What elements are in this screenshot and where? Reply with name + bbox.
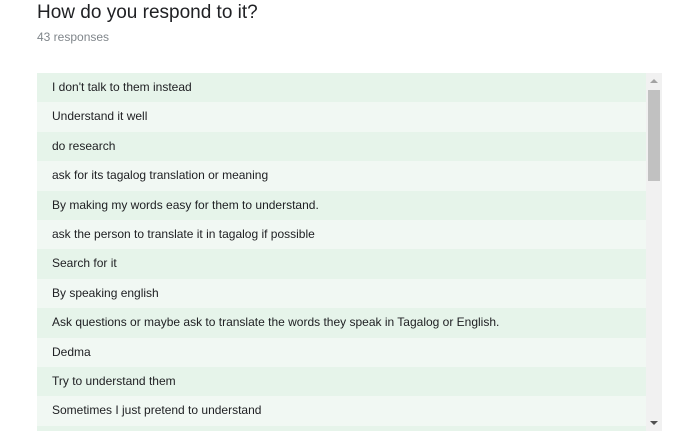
response-item: Sometimes I just pretend to understand xyxy=(37,396,646,426)
response-item xyxy=(37,425,646,431)
arrow-down-icon[interactable] xyxy=(646,415,662,431)
arrow-up-icon[interactable] xyxy=(646,73,662,89)
response-item: ask the person to translate it in tagalo… xyxy=(37,219,646,250)
response-item: Understand it well xyxy=(37,102,646,132)
response-count: 43 responses xyxy=(37,30,110,44)
response-item: do research xyxy=(37,131,646,162)
responses-list: I don't talk to them instead Understand … xyxy=(37,73,646,431)
response-item: Dedma xyxy=(37,337,646,367)
response-item: Try to understand them xyxy=(37,366,646,397)
responses-list-container[interactable]: I don't talk to them instead Understand … xyxy=(37,73,662,431)
response-item: ask for its tagalog translation or meani… xyxy=(37,161,646,191)
form-response-summary: How do you respond to it? 43 responses I… xyxy=(0,0,692,436)
vertical-scrollbar[interactable] xyxy=(646,73,662,431)
scrollbar-thumb[interactable] xyxy=(648,90,660,181)
response-item: By making my words easy for them to unde… xyxy=(37,190,646,220)
response-item: By speaking english xyxy=(37,278,646,309)
question-title: How do you respond to it? xyxy=(37,2,258,23)
response-item: I don't talk to them instead xyxy=(37,73,646,103)
response-item: Search for it xyxy=(37,249,646,279)
response-item: Ask questions or maybe ask to translate … xyxy=(37,308,646,338)
